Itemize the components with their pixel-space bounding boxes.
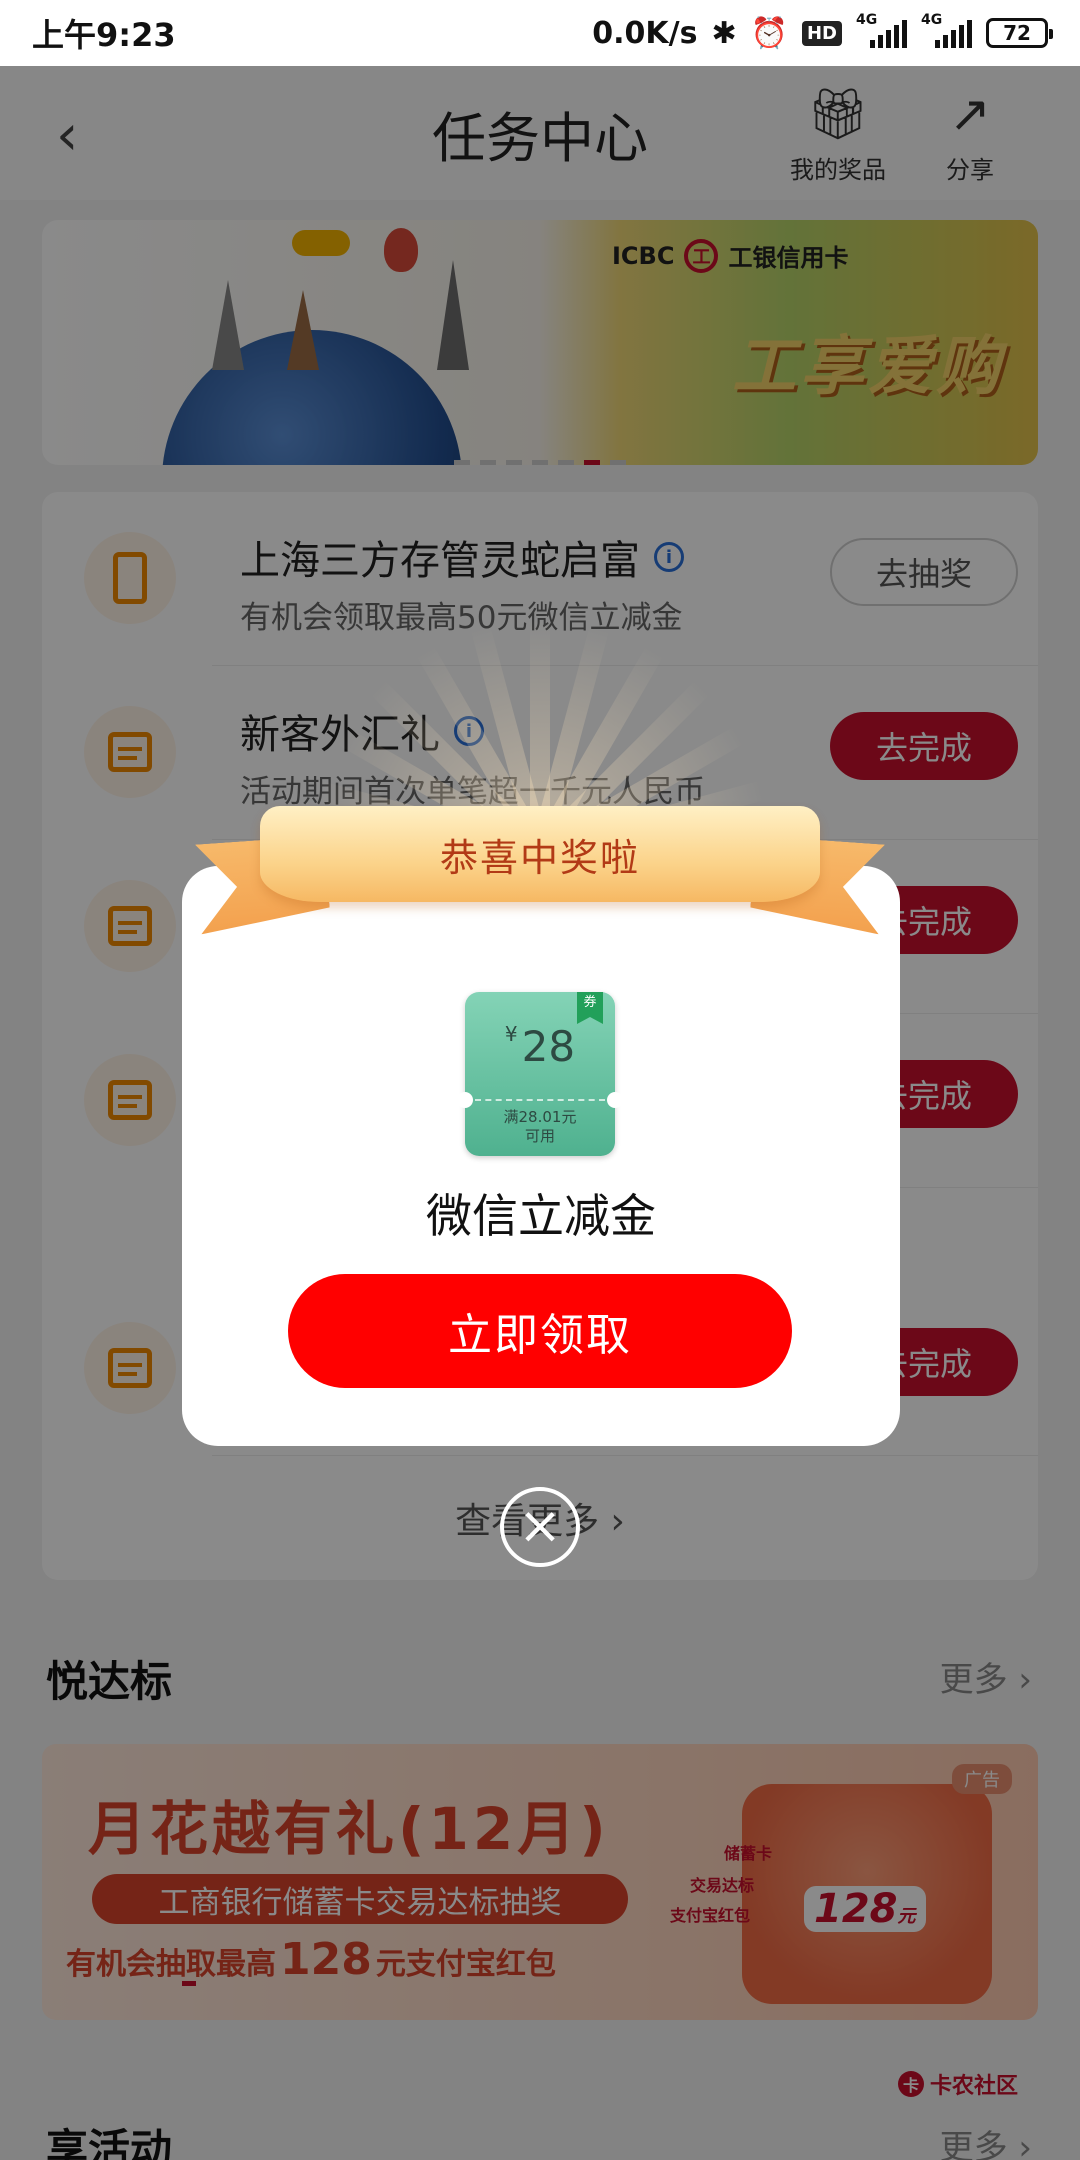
- prize-name: 微信立减金: [426, 1189, 656, 1243]
- hd-badge: HD: [801, 20, 842, 46]
- congrats-ribbon: 恭喜中奖啦: [200, 800, 880, 940]
- battery-icon: 72: [986, 18, 1053, 48]
- network-speed: 0.0K/s: [592, 15, 698, 51]
- coupon-value: ¥28: [504, 1022, 576, 1071]
- coupon-condition: 满28.01元 可用: [503, 1108, 577, 1145]
- status-bar: 上午9:23 0.0K/s ✱ ⏰ HD 4G 4G 72: [0, 0, 1080, 66]
- status-indicators: 0.0K/s ✱ ⏰ HD 4G 4G 72: [592, 12, 1053, 51]
- bluetooth-icon: ✱: [711, 15, 737, 51]
- claim-button[interactable]: 立即领取: [288, 1274, 792, 1388]
- coupon-card: 券 ¥28 满28.01元 可用: [457, 992, 623, 1156]
- coupon-bookmark-icon: 券: [577, 992, 603, 1024]
- alarm-icon: ⏰: [750, 15, 788, 51]
- close-icon[interactable]: ×: [500, 1487, 580, 1567]
- signal-icon: 4G: [921, 12, 972, 48]
- signal-icon: 4G: [856, 12, 907, 48]
- status-time: 上午9:23: [32, 16, 176, 54]
- congrats-text: 恭喜中奖啦: [439, 835, 640, 880]
